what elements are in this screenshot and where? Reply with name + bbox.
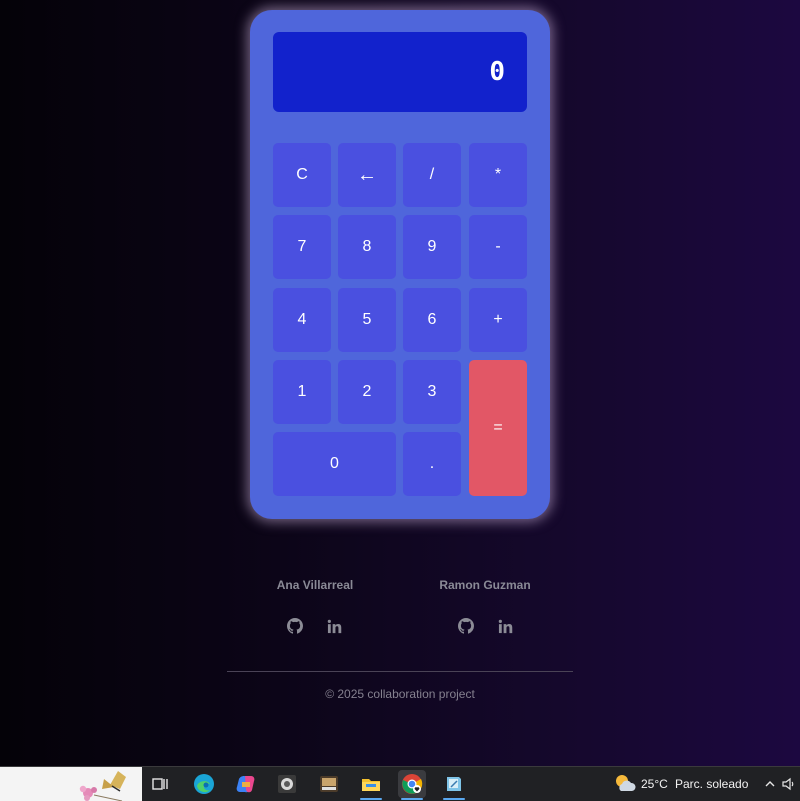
app-icon[interactable] xyxy=(273,770,301,798)
github-icon[interactable] xyxy=(285,616,305,636)
author-name: Ana Villarreal xyxy=(276,578,354,592)
weather-condition[interactable]: Parc. soleado xyxy=(675,767,748,801)
multiply-button[interactable]: * xyxy=(469,143,527,207)
file-explorer-icon[interactable] xyxy=(357,770,385,800)
desktop-preview xyxy=(0,767,142,801)
calculator-display: 0 xyxy=(273,32,527,112)
author-name: Ramon Guzman xyxy=(439,578,531,592)
footer-divider xyxy=(227,671,573,672)
linkedin-icon[interactable] xyxy=(495,616,515,636)
display-value: 0 xyxy=(489,57,505,87)
app-icon[interactable] xyxy=(315,770,343,798)
subtract-button[interactable]: - xyxy=(469,215,527,279)
digit-2-button[interactable]: 2 xyxy=(338,360,396,424)
speaker-icon[interactable] xyxy=(778,770,800,798)
copilot-icon[interactable] xyxy=(232,770,260,798)
clear-button[interactable]: C xyxy=(273,143,331,207)
chrome-icon[interactable] xyxy=(398,770,426,800)
digit-3-button[interactable]: 3 xyxy=(403,360,461,424)
digit-9-button[interactable]: 9 xyxy=(403,215,461,279)
digit-5-button[interactable]: 5 xyxy=(338,288,396,352)
partly-sunny-icon[interactable] xyxy=(611,770,639,798)
decimal-button[interactable]: . xyxy=(403,432,461,496)
digit-7-button[interactable]: 7 xyxy=(273,215,331,279)
task-view-icon[interactable] xyxy=(146,770,174,798)
copyright-text: © 2025 collaboration project xyxy=(325,687,475,701)
weather-temperature[interactable]: 25°C xyxy=(641,767,668,801)
butterfly-flower-icon xyxy=(79,771,126,801)
divide-button[interactable]: / xyxy=(403,143,461,207)
add-button[interactable]: + xyxy=(469,288,527,352)
digit-1-button[interactable]: 1 xyxy=(273,360,331,424)
equals-button[interactable]: = xyxy=(469,360,527,496)
github-icon[interactable] xyxy=(456,616,476,636)
calculator: 0 C ← / * 7 8 9 - 4 5 6 + 1 2 3 = 0 . xyxy=(250,10,550,519)
taskbar: 25°C Parc. soleado xyxy=(0,766,800,801)
digit-8-button[interactable]: 8 xyxy=(338,215,396,279)
digit-6-button[interactable]: 6 xyxy=(403,288,461,352)
linkedin-icon[interactable] xyxy=(324,616,344,636)
backspace-button[interactable]: ← xyxy=(338,143,396,207)
digit-4-button[interactable]: 4 xyxy=(273,288,331,352)
edge-icon[interactable] xyxy=(190,770,218,798)
digit-0-button[interactable]: 0 xyxy=(273,432,396,496)
app-icon[interactable] xyxy=(440,770,468,800)
